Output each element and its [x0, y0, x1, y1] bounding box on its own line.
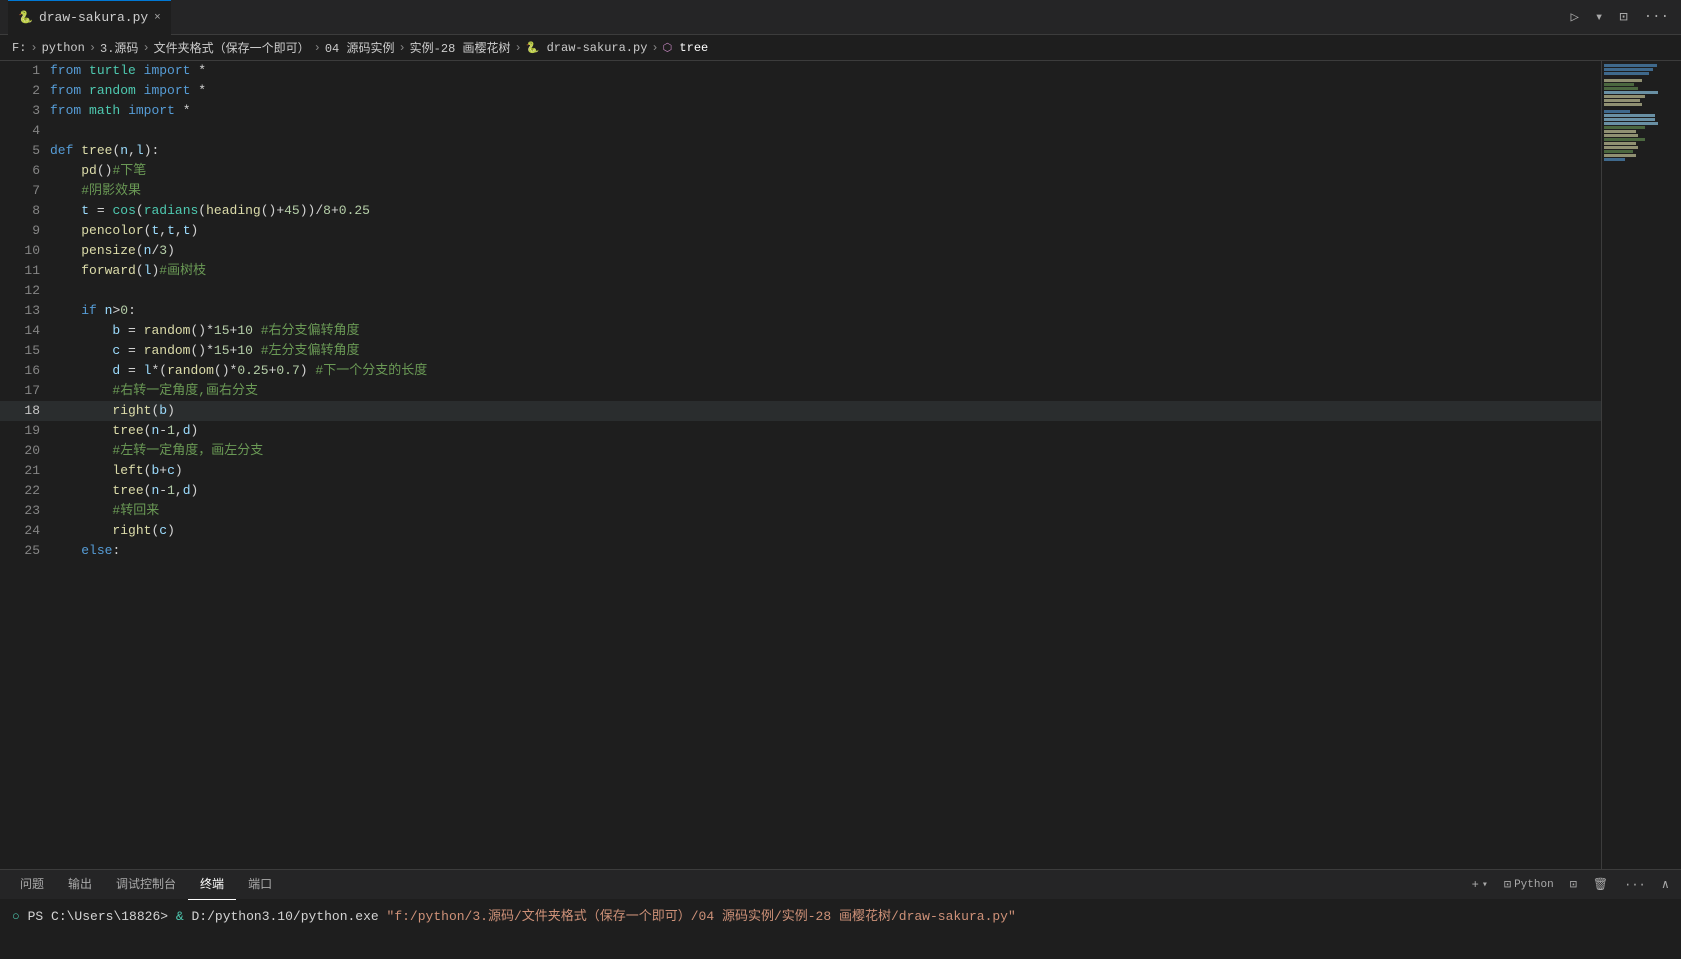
- editor-tab[interactable]: 🐍 draw-sakura.py ×: [8, 0, 171, 35]
- panel-tabs: 问题 输出 调试控制台 终端 端口 + ▾ ⊡ Python ⊡ 🗑 ··· ∧: [0, 869, 1681, 899]
- code-line-5: 5 def tree(n,l):: [0, 141, 1601, 161]
- title-bar-actions: ▷ ▾ ⊡ ···: [1566, 7, 1673, 28]
- minimap: [1601, 61, 1681, 869]
- split-icon: ⊡: [1504, 877, 1511, 892]
- code-line-16: 16 d = l*(random()*0.25+0.7) #下一个分支的长度: [0, 361, 1601, 381]
- code-area[interactable]: 1 from turtle import * 2 from random imp…: [0, 61, 1681, 869]
- breadcrumb-examples[interactable]: 04 源码实例: [325, 39, 395, 56]
- code-line-18: 18 right(b): [0, 401, 1601, 421]
- trash-icon: 🗑: [1593, 877, 1608, 892]
- file-icon: 🐍: [18, 10, 33, 25]
- code-line-9: 9 pencolor(t,t,t): [0, 221, 1601, 241]
- code-line-6: 6 pd()#下笔: [0, 161, 1601, 181]
- breadcrumb-folder-format[interactable]: 文件夹格式（保存一个即可）: [154, 39, 310, 56]
- code-line-1: 1 from turtle import *: [0, 61, 1601, 81]
- tab-filename: draw-sakura.py: [39, 10, 148, 25]
- split-pane-icon: ⊡: [1570, 877, 1577, 892]
- code-line-14: 14 b = random()*15+10 #右分支偏转角度: [0, 321, 1601, 341]
- terminal-ampersand: &: [176, 909, 184, 924]
- tab-close-button[interactable]: ×: [154, 12, 161, 24]
- terminal-script-path: "f:/python/3.源码/文件夹格式（保存一个即可）/04 源码实例/实例…: [387, 909, 1016, 924]
- code-line-20: 20 #左转一定角度，画左分支: [0, 441, 1601, 461]
- code-line-12: 12: [0, 281, 1601, 301]
- run-button[interactable]: ▷: [1566, 7, 1582, 28]
- panel-tab-problems[interactable]: 问题: [8, 870, 56, 900]
- code-line-11: 11 forward(l)#画树枝: [0, 261, 1601, 281]
- breadcrumb-drive[interactable]: F:: [12, 41, 26, 55]
- split-editor-button[interactable]: ⊡: [1615, 7, 1631, 28]
- editor-container: 1 from turtle import * 2 from random imp…: [0, 61, 1681, 869]
- code-line-3: 3 from math import *: [0, 101, 1601, 121]
- collapse-panel-button[interactable]: ∧: [1658, 875, 1673, 894]
- panel-tab-terminal[interactable]: 终端: [188, 870, 236, 900]
- terminal-python-exe: D:/python3.10/python.exe: [191, 909, 386, 924]
- kill-terminal-button[interactable]: ⊡: [1566, 875, 1581, 894]
- breadcrumb-sakura[interactable]: 实例-28 画樱花树: [410, 39, 511, 56]
- breadcrumb-python[interactable]: python: [42, 41, 85, 55]
- run-dropdown-button[interactable]: ▾: [1591, 7, 1607, 28]
- terminal-prompt: PS C:\Users\18826>: [28, 909, 176, 924]
- code-line-7: 7 #阴影效果: [0, 181, 1601, 201]
- code-line-23: 23 #转回来: [0, 501, 1601, 521]
- terminal-circle-icon: ○: [12, 909, 20, 924]
- code-line-2: 2 from random import *: [0, 81, 1601, 101]
- code-line-15: 15 c = random()*15+10 #左分支偏转角度: [0, 341, 1601, 361]
- new-terminal-button[interactable]: + ▾: [1468, 876, 1492, 894]
- terminal-area[interactable]: ○ PS C:\Users\18826> & D:/python3.10/pyt…: [0, 899, 1681, 959]
- code-line-8: 8 t = cos(radians(heading()+45))/8+0.25: [0, 201, 1601, 221]
- code-line-17: 17 #右转一定角度,画右分支: [0, 381, 1601, 401]
- code-line-22: 22 tree(n-1,d): [0, 481, 1601, 501]
- python-label: Python: [1514, 879, 1554, 891]
- terminal-line: ○ PS C:\Users\18826> & D:/python3.10/pyt…: [12, 905, 1669, 924]
- panel-tab-ports[interactable]: 端口: [236, 870, 284, 900]
- split-terminal-button[interactable]: ⊡ Python: [1500, 875, 1558, 894]
- dropdown-icon: ▾: [1482, 879, 1488, 891]
- breadcrumb: F: › python › 3.源码 › 文件夹格式（保存一个即可） › 04 …: [0, 35, 1681, 61]
- code-line-10: 10 pensize(n/3): [0, 241, 1601, 261]
- code-line-24: 24 right(c): [0, 521, 1601, 541]
- breadcrumb-file[interactable]: 🐍 draw-sakura.py: [526, 41, 648, 55]
- breadcrumb-symbol[interactable]: ⬡ tree: [663, 41, 709, 55]
- breadcrumb-source[interactable]: 3.源码: [100, 39, 138, 56]
- panel-tab-debug[interactable]: 调试控制台: [104, 870, 188, 900]
- panel-tab-output[interactable]: 输出: [56, 870, 104, 900]
- code-line-21: 21 left(b+c): [0, 461, 1601, 481]
- panel-actions: + ▾ ⊡ Python ⊡ 🗑 ··· ∧: [1468, 875, 1673, 894]
- title-bar: 🐍 draw-sakura.py × ▷ ▾ ⊡ ···: [0, 0, 1681, 35]
- code-line-4: 4: [0, 121, 1601, 141]
- code-line-19: 19 tree(n-1,d): [0, 421, 1601, 441]
- plus-icon: +: [1472, 878, 1479, 892]
- trash-button[interactable]: 🗑: [1589, 875, 1612, 894]
- code-line-13: 13 if n>0:: [0, 301, 1601, 321]
- code-line-25: 25 else:: [0, 541, 1601, 561]
- more-actions-button[interactable]: ···: [1640, 7, 1673, 27]
- more-panel-button[interactable]: ···: [1620, 876, 1650, 894]
